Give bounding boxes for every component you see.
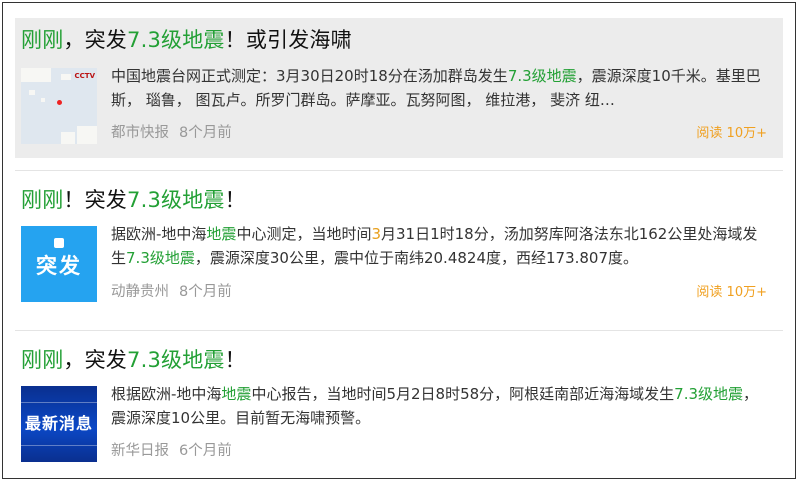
title-highlight: 刚刚 bbox=[21, 28, 64, 52]
title-highlight: 7.3级地震 bbox=[127, 348, 225, 372]
result-title[interactable]: 刚刚！突发7.3级地震！ bbox=[21, 186, 246, 214]
read-count: 阅读 10万+ bbox=[696, 285, 767, 300]
title-highlight: 7.3级地震 bbox=[127, 188, 225, 212]
title-text: ，突发 bbox=[63, 348, 128, 372]
result-summary[interactable]: 根据欧洲-地中海地震中心报告，当地时间5月2日8时58分，阿根廷南部近海海域发生… bbox=[111, 382, 771, 430]
summary-highlight: 7.3级地震 bbox=[674, 385, 744, 403]
divider bbox=[15, 170, 783, 171]
summary-highlight: 7.3级地震 bbox=[126, 249, 195, 267]
thumbnail-text: 最新消息 bbox=[24, 414, 93, 433]
summary-text: ，震源深度30公里，震中位于南纬20.4824度，西经173.807度。 bbox=[194, 249, 639, 267]
result-title[interactable]: 刚刚，突发7.3级地震！或引发海啸 bbox=[21, 26, 352, 54]
result-source[interactable]: 动静贵州 bbox=[111, 284, 169, 300]
title-highlight: 刚刚 bbox=[21, 348, 64, 372]
summary-text: 据欧洲-地中海 bbox=[111, 225, 207, 243]
divider bbox=[15, 330, 783, 331]
title-highlight: 7.3级地震 bbox=[127, 28, 225, 52]
summary-highlight: 地震 bbox=[221, 385, 252, 403]
result-summary[interactable]: 据欧洲-地中海地震中心测定，当地时间3月31日1时18分，汤加努库阿洛法东北16… bbox=[111, 222, 771, 270]
result-meta: 动静贵州 8个月前 bbox=[111, 280, 232, 301]
title-text: ，突发 bbox=[63, 28, 128, 52]
summary-highlight: 地震 bbox=[206, 225, 237, 243]
result-card[interactable]: 刚刚！突发7.3级地震！ 突发 据欧洲-地中海地震中心测定，当地时间3月31日1… bbox=[15, 176, 783, 320]
result-source[interactable]: 新华日报 bbox=[111, 443, 169, 459]
result-thumbnail[interactable]: 最新消息 bbox=[21, 386, 97, 462]
summary-highlight: 7.3级地震 bbox=[507, 67, 577, 85]
result-thumbnail[interactable]: 突发 bbox=[21, 226, 97, 302]
summary-text: 中国地震台网正式测定：3月30日20时18分在汤加群岛发生 bbox=[111, 67, 508, 85]
title-text: ！或引发海啸 bbox=[224, 28, 352, 52]
result-source[interactable]: 都市快报 bbox=[111, 125, 169, 141]
thumbnail-text: 突发 bbox=[36, 254, 82, 278]
title-text: ！ bbox=[224, 188, 246, 212]
result-title[interactable]: 刚刚，突发7.3级地震！ bbox=[21, 346, 246, 374]
result-thumbnail[interactable]: CCTV bbox=[21, 68, 97, 144]
title-highlight: 刚刚 bbox=[21, 188, 64, 212]
result-card[interactable]: 刚刚，突发7.3级地震！ 最新消息 根据欧洲-地中海地震中心报告，当地时间5月2… bbox=[15, 336, 783, 476]
summary-text: 中心报告，当地时间5月2日8时58分，阿根廷南部近海海域发生 bbox=[251, 385, 675, 403]
result-time: 8个月前 bbox=[179, 125, 232, 141]
result-card[interactable]: 刚刚，突发7.3级地震！或引发海啸 CCTV 中国地震台网正式测定：3月30日2… bbox=[15, 18, 783, 158]
summary-text: 根据欧洲-地中海 bbox=[111, 385, 222, 403]
result-meta: 新华日报 6个月前 bbox=[111, 439, 232, 460]
result-time: 8个月前 bbox=[179, 284, 232, 300]
summary-text: 中心测定，当地时间 bbox=[236, 225, 372, 243]
title-text: ！ bbox=[224, 348, 246, 372]
thumbnail-logo: CCTV bbox=[74, 72, 95, 80]
thumbnail-logo-icon bbox=[54, 238, 64, 248]
result-meta: 都市快报 8个月前 bbox=[111, 121, 232, 142]
summary-highlight: 3 bbox=[371, 225, 381, 243]
read-count: 阅读 10万+ bbox=[696, 126, 767, 141]
result-time: 6个月前 bbox=[179, 443, 232, 459]
title-text: ！突发 bbox=[63, 188, 128, 212]
result-summary[interactable]: 中国地震台网正式测定：3月30日20时18分在汤加群岛发生7.3级地震，震源深度… bbox=[111, 64, 771, 112]
